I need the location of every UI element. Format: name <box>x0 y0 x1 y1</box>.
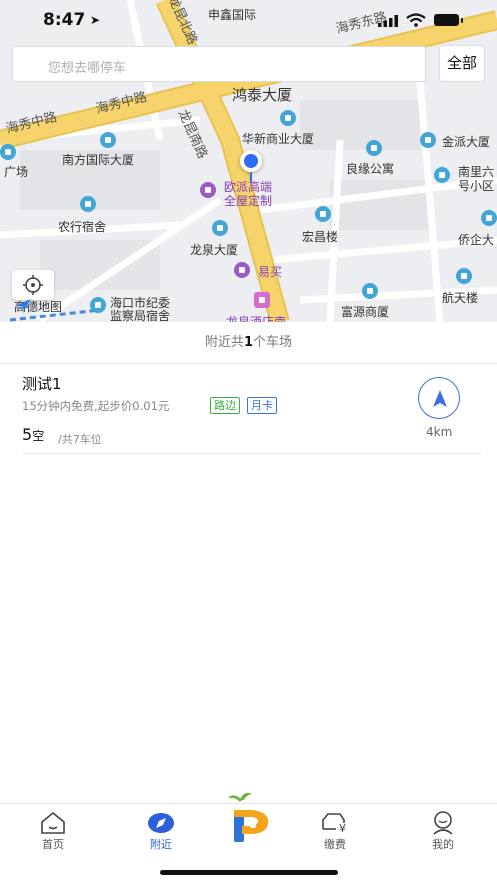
hotel-icon <box>254 292 270 308</box>
poi-building-icon <box>90 297 106 313</box>
locate-button[interactable] <box>12 270 54 300</box>
map-label: 鸿泰大厦 <box>232 86 293 104</box>
tab-mine[interactable]: 我的 <box>413 810 473 852</box>
map-label: 龙泉大厦 <box>190 243 239 257</box>
poi-building-icon <box>80 196 96 212</box>
map-label: 航天楼 <box>442 291 479 305</box>
map-label: 易买 <box>258 265 283 279</box>
poi-building-icon <box>280 110 296 126</box>
location-pin-stem <box>250 172 252 182</box>
lot-total-spaces: /共7车位 <box>58 433 102 446</box>
lot-price-desc: 15分钟内免费,起步价0.01元 <box>22 399 170 413</box>
tab-mine-label: 我的 <box>432 838 454 851</box>
navigation-arrow-icon <box>433 390 447 407</box>
user-icon <box>433 811 453 835</box>
nearby-summary: 附近共1个车场 <box>0 322 497 364</box>
map-label: 南方国际大厦 <box>62 153 135 167</box>
status-bar: 8:47 ➤ <box>0 0 497 44</box>
map-label: 广场 <box>4 165 29 179</box>
map-label: 龙泉酒店南 <box>226 315 287 322</box>
poi-building-icon <box>434 167 450 183</box>
amap-logo-icon <box>15 299 31 311</box>
compass-icon <box>148 813 174 833</box>
poi-building-icon <box>362 283 378 299</box>
home-icon <box>41 811 65 834</box>
poi-building-icon <box>481 210 497 226</box>
tab-home-label: 首页 <box>42 838 64 851</box>
poi-building-icon <box>212 220 228 236</box>
poi-building-icon <box>0 144 16 160</box>
poi-building-icon <box>100 132 116 148</box>
battery-icon <box>434 14 463 26</box>
svg-text:¥: ¥ <box>339 822 346 835</box>
location-arrow-icon: ➤ <box>90 13 101 27</box>
status-time: 8:47 <box>43 10 86 30</box>
lot-distance: 4km <box>426 425 453 439</box>
map-label: 号小区 <box>458 179 495 193</box>
lot-name: 测试1 <box>22 375 62 393</box>
all-filter-button[interactable]: 全部 <box>439 45 485 82</box>
map-label: 全屋定制 <box>224 194 273 208</box>
current-location-pin-icon <box>240 150 262 172</box>
parking-logo-icon <box>228 792 269 842</box>
poi-building-icon <box>420 132 436 148</box>
map-label: 富源商厦 <box>341 305 390 319</box>
cart-icon <box>234 262 250 278</box>
tab-payment-label: 缴费 <box>324 838 346 851</box>
car-payment-icon: ¥ <box>322 813 346 835</box>
map-label: 侨企大 <box>458 233 495 247</box>
summary-suffix: 个车场 <box>253 335 293 350</box>
free-unit: 空 <box>32 429 45 443</box>
tag-roadside: 路边 <box>210 397 240 414</box>
map-label: 良缘公寓 <box>346 162 395 176</box>
summary-count: 1 <box>243 335 254 350</box>
summary-prefix: 附近共 <box>204 335 244 350</box>
signal-icon <box>378 15 398 27</box>
home-indicator <box>160 870 338 875</box>
tab-home[interactable]: 首页 <box>23 810 83 852</box>
poi-building-icon <box>315 206 331 222</box>
amap-attribution: 高德地图 <box>14 298 62 315</box>
lot-free-spaces: 5空 <box>22 425 44 444</box>
poi-shop-icon <box>200 182 216 198</box>
navigate-button[interactable] <box>418 377 460 419</box>
map-label: 监察局宿舍 <box>110 309 171 322</box>
tab-center-logo[interactable] <box>222 788 274 844</box>
map-label: 金派大厦 <box>442 135 491 149</box>
tag-monthly: 月卡 <box>247 397 277 414</box>
crosshair-icon <box>23 275 43 295</box>
map-label: 农行宿舍 <box>58 220 107 234</box>
tab-nearby-label: 附近 <box>150 838 172 851</box>
parking-lot-item[interactable]: 测试1 15分钟内免费,起步价0.01元 路边 月卡 5空 /共7车位 4km <box>22 363 482 454</box>
poi-building-icon <box>366 140 382 156</box>
search-input[interactable]: 您想去哪停车 <box>12 46 426 82</box>
free-count: 5 <box>22 425 33 444</box>
map-label: 宏昌楼 <box>302 230 339 244</box>
search-placeholder: 您想去哪停车 <box>48 61 127 76</box>
tab-nearby[interactable]: 附近 <box>131 810 191 852</box>
map-label: 华新商业大厦 <box>242 132 315 146</box>
tab-payment[interactable]: ¥ 缴费 <box>305 810 365 852</box>
poi-building-icon <box>456 268 472 284</box>
wifi-icon <box>406 13 426 27</box>
